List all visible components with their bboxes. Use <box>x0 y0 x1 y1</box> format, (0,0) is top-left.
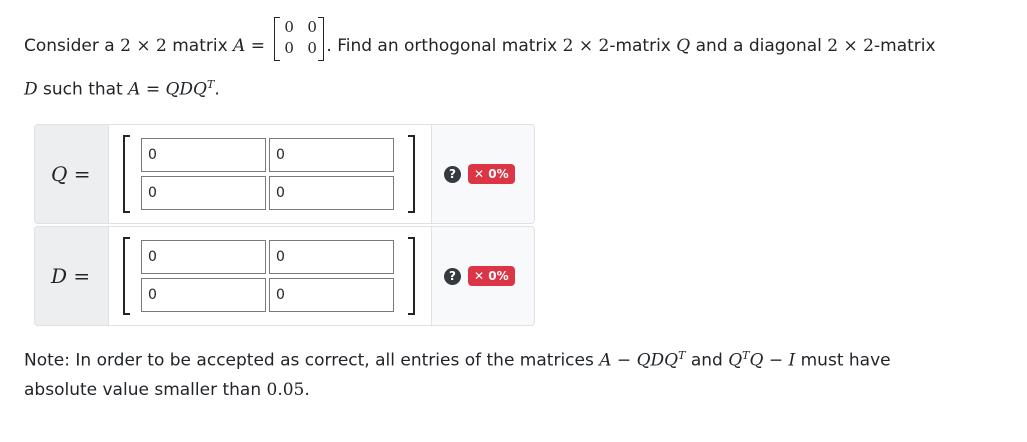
math-number: 2 <box>120 36 131 56</box>
matrix-bracket-left <box>123 237 130 315</box>
question-text: Consider a <box>24 36 121 56</box>
math-expr-qdq: QDQ <box>165 79 207 100</box>
question-text: . <box>214 79 220 100</box>
matrix-a-cell: 0 <box>307 39 317 57</box>
matrix-a-cell: 0 <box>307 18 317 36</box>
answer-row-q: Q = ? ✕ 0% <box>34 124 535 224</box>
help-icon[interactable]: ? <box>444 268 461 285</box>
math-times: × <box>843 36 858 56</box>
math-var-q: Q <box>51 162 68 186</box>
math-expr-a-minus-qdqt: A − QDQ <box>599 350 679 371</box>
math-number: 2 <box>827 36 839 56</box>
question-text: -matrix <box>874 36 936 56</box>
row-label: D = <box>51 264 90 288</box>
row-label: Q = <box>51 162 91 186</box>
math-equals: = <box>73 264 91 288</box>
note-text: and <box>685 350 729 371</box>
note-text: must have <box>795 350 891 371</box>
matrix-bracket-right <box>408 237 415 315</box>
math-number: 2 <box>863 36 874 56</box>
question-text: such that <box>37 79 129 100</box>
question-line-1: Consider a 2 × 2 matrix A = 0 0 0 0 . Fi… <box>24 17 936 62</box>
score-badge: ✕ 0% <box>468 266 515 286</box>
d-input-r1c2[interactable] <box>269 240 394 274</box>
note-line-1: Note: In order to be accepted as correct… <box>24 349 891 371</box>
matrix-input-area <box>109 226 431 326</box>
q-input-r1c2[interactable] <box>269 138 394 172</box>
math-equals: = <box>145 79 161 100</box>
matrix-a-cell: 0 <box>284 39 294 57</box>
d-input-r1c1[interactable] <box>141 240 266 274</box>
d-input-r2c2[interactable] <box>269 278 394 312</box>
math-times: × <box>136 36 151 56</box>
feedback-cell: ? ✕ 0% <box>431 124 535 224</box>
math-var-d: D <box>24 79 38 100</box>
math-var-d: D <box>51 264 68 288</box>
math-number: 2 <box>155 36 167 56</box>
math-var-q: Q <box>676 36 691 56</box>
math-number: 2 <box>562 36 574 56</box>
matrix-bracket-right <box>408 135 415 213</box>
help-icon[interactable]: ? <box>444 166 461 183</box>
score-badge: ✕ 0% <box>468 164 515 184</box>
question-text: matrix <box>166 36 234 56</box>
matrix-bracket-left <box>123 135 130 213</box>
row-label-cell: Q = <box>34 124 109 224</box>
question-text: -matrix <box>609 36 677 56</box>
question-text: . Find an orthogonal matrix <box>326 36 563 56</box>
math-transpose: T <box>742 349 750 362</box>
math-var-q: Q <box>728 350 743 371</box>
math-expr-qtq-minus-i: Q − I <box>749 350 796 371</box>
matrix-a: 0 0 0 0 <box>274 16 325 62</box>
math-equals: = <box>250 36 265 56</box>
d-input-r2c1[interactable] <box>141 278 266 312</box>
math-var-a: A <box>233 36 246 56</box>
note-line-2: absolute value smaller than 0.05. <box>24 380 310 400</box>
answer-row-d: D = ? ✕ 0% <box>34 226 535 326</box>
q-input-r2c2[interactable] <box>269 176 394 210</box>
q-input-r1c1[interactable] <box>141 138 266 172</box>
math-number: 2 <box>598 36 610 56</box>
matrix-input-area <box>109 124 431 224</box>
q-input-r2c1[interactable] <box>141 176 266 210</box>
matrix-bracket-left <box>274 17 281 61</box>
math-threshold: 0.05 <box>266 380 305 400</box>
question-text: and a diagonal <box>690 36 828 56</box>
note-text: . <box>304 380 310 400</box>
matrix-a-cell: 0 <box>284 18 294 36</box>
feedback-cell: ? ✕ 0% <box>431 226 535 326</box>
question-line-2: D such that A = QDQT. <box>24 78 220 100</box>
math-equals: = <box>73 162 91 186</box>
math-var-a: A <box>128 79 141 100</box>
matrix-bracket-right <box>318 17 325 61</box>
row-label-cell: D = <box>34 226 109 326</box>
note-text: absolute value smaller than <box>24 380 267 400</box>
note-text: Note: In order to be accepted as correct… <box>24 350 600 371</box>
math-times: × <box>578 36 594 56</box>
